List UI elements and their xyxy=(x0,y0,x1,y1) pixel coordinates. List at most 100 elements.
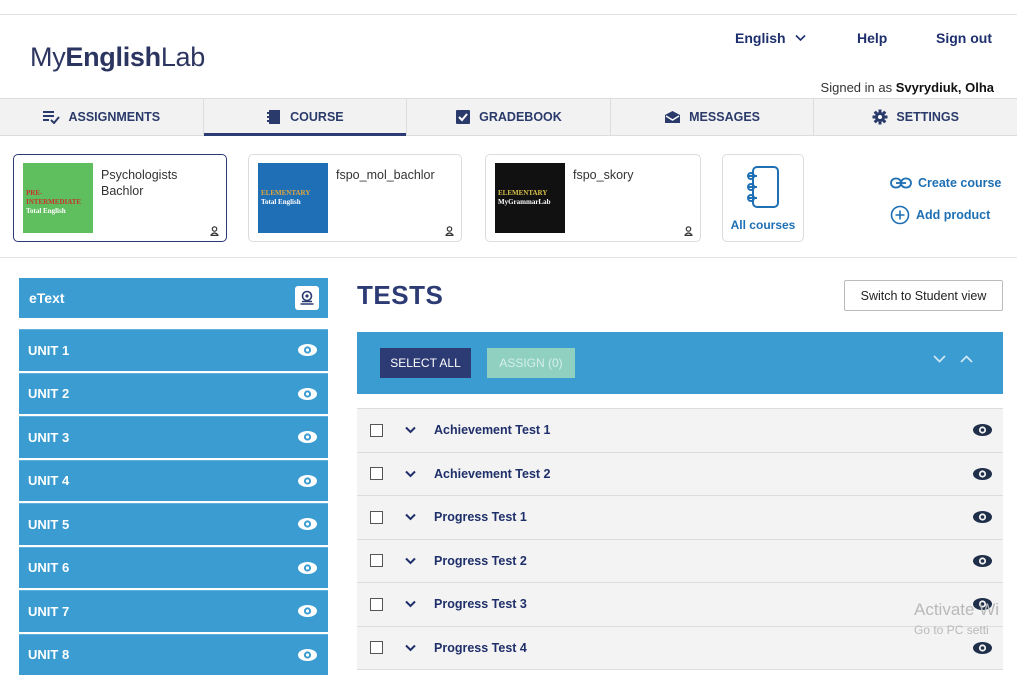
visibility-toggle[interactable] xyxy=(972,466,993,485)
eye-icon[interactable] xyxy=(972,467,993,481)
user-icon xyxy=(445,226,454,236)
unit-label: UNIT 8 xyxy=(28,647,70,663)
main-nav: ASSIGNMENTS COURSE GRADEBOOK MESSAGES SE… xyxy=(0,98,1017,136)
test-checkbox[interactable] xyxy=(370,641,383,655)
chevron-down-icon xyxy=(795,34,807,42)
test-checkbox[interactable] xyxy=(370,554,383,568)
chevron-down-icon[interactable] xyxy=(405,513,416,521)
etext-reader-button[interactable] xyxy=(295,286,319,310)
user-icon xyxy=(684,226,693,236)
course-cover: PRE- INTERMEDIATE Total English xyxy=(23,163,93,233)
test-name: Achievement Test 2 xyxy=(434,466,551,481)
course-cover: ELEMENTARY MyGrammarLab xyxy=(495,163,565,233)
tab-assignments[interactable]: ASSIGNMENTS xyxy=(0,99,204,135)
eye-icon[interactable] xyxy=(297,517,318,531)
chevron-down-icon[interactable] xyxy=(405,557,416,565)
help-link[interactable]: Help xyxy=(857,30,887,46)
unit-item[interactable]: UNIT 3 xyxy=(19,416,328,458)
windows-activation-watermark: Activate Wi Go to PC setti xyxy=(914,600,1000,637)
eye-icon[interactable] xyxy=(297,561,318,575)
eye-icon[interactable] xyxy=(972,554,993,568)
eye-icon[interactable] xyxy=(972,641,993,655)
visibility-toggle[interactable] xyxy=(972,640,993,659)
unit-item[interactable]: UNIT 1 xyxy=(19,329,328,371)
test-checkbox[interactable] xyxy=(370,423,383,437)
book-icon xyxy=(267,110,281,124)
add-product-link[interactable]: Add product xyxy=(890,205,990,225)
unit-label: UNIT 6 xyxy=(28,560,70,576)
visibility-toggle[interactable] xyxy=(972,553,993,572)
test-row[interactable]: Achievement Test 2 xyxy=(357,452,1003,496)
chevron-down-icon[interactable] xyxy=(405,600,416,608)
link-icon xyxy=(890,177,912,189)
reader-icon xyxy=(300,290,314,305)
unit-label: UNIT 2 xyxy=(28,386,70,402)
user-icon xyxy=(210,226,219,236)
eye-icon[interactable] xyxy=(297,648,318,662)
chevron-up-icon[interactable] xyxy=(960,355,973,363)
unit-item[interactable]: UNIT 5 xyxy=(19,503,328,545)
test-row[interactable]: Achievement Test 1 xyxy=(357,409,1003,453)
unit-item[interactable]: UNIT 7 xyxy=(19,590,328,632)
sign-out-link[interactable]: Sign out xyxy=(936,30,992,46)
switch-to-student-view-button[interactable]: Switch to Student view xyxy=(844,280,1003,311)
course-name: fspo_skory xyxy=(573,168,634,182)
chevron-down-icon[interactable] xyxy=(405,470,416,478)
course-card-fspo-mol-bachlor[interactable]: ELEMENTARY Total English fspo_mol_bachlo… xyxy=(248,154,462,242)
test-row[interactable]: Progress Test 4 xyxy=(357,626,1003,670)
tab-settings[interactable]: SETTINGS xyxy=(814,99,1017,135)
test-checkbox[interactable] xyxy=(370,510,383,524)
test-checkbox[interactable] xyxy=(370,467,383,481)
test-row[interactable]: Progress Test 1 xyxy=(357,496,1003,540)
test-checkbox[interactable] xyxy=(370,597,383,611)
chevron-down-icon[interactable] xyxy=(405,426,416,434)
expand-collapse-controls xyxy=(933,355,973,363)
course-card-psychologists[interactable]: PRE- INTERMEDIATE Total English Psycholo… xyxy=(13,154,227,242)
unit-label: UNIT 4 xyxy=(28,473,70,489)
signed-in-label: Signed in as Svyrydiuk, Olha xyxy=(820,80,994,95)
tab-course[interactable]: COURSE xyxy=(203,99,408,136)
user-name: Svyrydiuk, Olha xyxy=(895,80,994,95)
page-title: TESTS xyxy=(357,280,444,310)
tab-gradebook[interactable]: GRADEBOOK xyxy=(407,99,611,135)
course-cover: ELEMENTARY Total English xyxy=(258,163,328,233)
eye-icon[interactable] xyxy=(297,387,318,401)
visibility-toggle[interactable] xyxy=(972,422,993,441)
chevron-down-icon[interactable] xyxy=(405,644,416,652)
language-selector[interactable]: English xyxy=(735,30,807,46)
unit-item[interactable]: UNIT 6 xyxy=(19,546,328,588)
eye-icon[interactable] xyxy=(297,343,318,357)
envelope-icon xyxy=(665,111,681,123)
test-row[interactable]: Progress Test 3 xyxy=(357,583,1003,627)
unit-label: UNIT 3 xyxy=(28,429,70,445)
test-row[interactable]: Progress Test 2 xyxy=(357,539,1003,583)
eye-icon[interactable] xyxy=(297,430,318,444)
unit-item[interactable]: UNIT 4 xyxy=(19,459,328,501)
unit-list: UNIT 1 UNIT 2 UNIT 3 UNIT 4 UNIT 5 UNIT 6 UNIT… xyxy=(19,329,328,675)
eye-icon[interactable] xyxy=(972,510,993,524)
chevron-down-icon[interactable] xyxy=(933,355,946,363)
eye-icon[interactable] xyxy=(297,604,318,618)
create-course-link[interactable]: Create course xyxy=(890,176,1001,190)
gradebook-check-icon xyxy=(456,110,471,124)
all-courses-button[interactable]: All courses xyxy=(722,154,804,242)
notebook-icon xyxy=(747,166,779,208)
assignments-icon xyxy=(43,111,61,124)
test-name: Progress Test 2 xyxy=(434,553,527,568)
visibility-toggle[interactable] xyxy=(972,509,993,528)
select-all-button[interactable]: SELECT ALL xyxy=(380,348,471,378)
etext-item[interactable]: eText xyxy=(19,278,328,318)
eye-icon[interactable] xyxy=(972,423,993,437)
assign-button[interactable]: ASSIGN (0) xyxy=(487,348,575,378)
tab-messages[interactable]: MESSAGES xyxy=(611,99,815,135)
unit-item[interactable]: UNIT 8 xyxy=(19,633,328,675)
eye-icon[interactable] xyxy=(297,474,318,488)
unit-item[interactable]: UNIT 2 xyxy=(19,372,328,414)
course-card-fspo-skory[interactable]: ELEMENTARY MyGrammarLab fspo_skory xyxy=(485,154,701,242)
myenglishlab-logo[interactable]: MyEnglishLab xyxy=(30,42,205,73)
test-name: Progress Test 4 xyxy=(434,640,527,655)
tests-toolbar: SELECT ALL ASSIGN (0) xyxy=(357,332,1003,394)
test-name: Achievement Test 1 xyxy=(434,423,551,438)
unit-label: UNIT 1 xyxy=(28,342,70,358)
unit-label: UNIT 5 xyxy=(28,516,70,532)
